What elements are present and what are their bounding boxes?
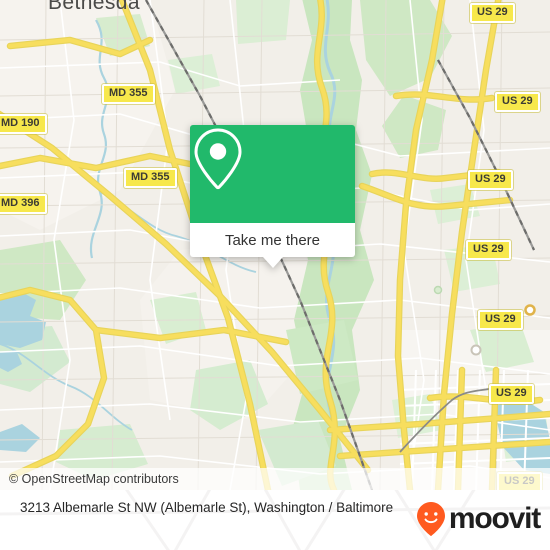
road-shield-us29-2: US 29 — [495, 92, 540, 112]
road-shield-md355-1: MD 355 — [102, 84, 155, 104]
road-shield-md355-2: MD 355 — [124, 168, 177, 188]
take-me-there-label: Take me there — [224, 231, 321, 249]
map-attribution[interactable]: © OpenStreetMap contributors — [0, 468, 550, 490]
road-shield-us29-4: US 29 — [466, 240, 511, 260]
road-shield-us29-3: US 29 — [468, 170, 513, 190]
footer-bar: 3213 Albemarle St NW (Albemarle St), Was… — [0, 490, 550, 550]
moovit-logo[interactable]: moovit — [416, 490, 541, 537]
destination-popup-card[interactable]: Take me there — [190, 125, 355, 268]
map-pin-icon — [194, 128, 242, 190]
moovit-wordmark: moovit — [448, 502, 541, 535]
road-shield-us29-5: US 29 — [478, 310, 523, 330]
road-shield-us29-6: US 29 — [489, 384, 534, 404]
moovit-smiley-pin-icon — [416, 502, 445, 536]
road-shield-us29-1: US 29 — [470, 3, 515, 23]
popup-cta-area[interactable]: Take me there — [190, 223, 355, 268]
place-label-bethesda: Bethesda — [48, 0, 140, 14]
road-shield-md190: MD 190 — [0, 114, 47, 134]
attribution-text: © OpenStreetMap contributors — [9, 472, 179, 486]
popup-icon-area — [190, 125, 355, 223]
location-address: 3213 Albemarle St NW (Albemarle St), Was… — [20, 500, 394, 515]
map-screen: Bethesda US 29 US 29 MD 355 MD 190 MD 35… — [0, 0, 550, 550]
road-shield-md396: MD 396 — [0, 194, 47, 214]
map-canvas[interactable]: Bethesda US 29 US 29 MD 355 MD 190 MD 35… — [0, 0, 550, 490]
popup-pointer-tail — [262, 257, 283, 268]
